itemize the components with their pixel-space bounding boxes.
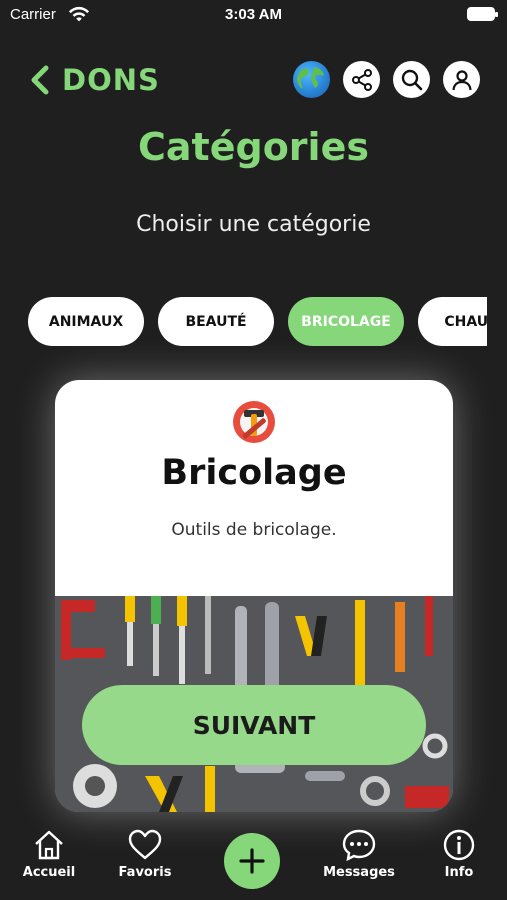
- battery-icon: [467, 7, 498, 21]
- nav-messages[interactable]: Messages: [319, 828, 399, 880]
- nav-favorites-label: Favoris: [118, 865, 172, 880]
- nav-home-label: Accueil: [22, 865, 76, 880]
- info-icon: [443, 829, 475, 861]
- share-button[interactable]: [343, 61, 380, 98]
- status-time: 3:03 AM: [225, 6, 282, 23]
- nav-messages-label: Messages: [323, 865, 395, 880]
- nav-info[interactable]: Info: [419, 828, 499, 880]
- globe-icon[interactable]: [293, 61, 330, 98]
- nav-favorites[interactable]: Favoris: [105, 828, 185, 880]
- search-button[interactable]: [393, 61, 430, 98]
- chip-animaux[interactable]: ANIMAUX: [28, 297, 144, 346]
- nav-home[interactable]: Accueil: [9, 828, 89, 880]
- nav-info-label: Info: [444, 865, 474, 880]
- chip-chaussures[interactable]: CHAUSS: [418, 297, 487, 346]
- tools-icon: [233, 401, 275, 443]
- profile-button[interactable]: [443, 61, 480, 98]
- page-subtitle: Choisir une catégorie: [136, 212, 371, 237]
- back-label: DONS: [62, 63, 160, 97]
- header-actions: [293, 61, 480, 98]
- chip-bricolage[interactable]: BRICOLAGE: [288, 297, 404, 346]
- card-title: Bricolage: [161, 453, 347, 493]
- back-button[interactable]: DONS: [26, 60, 160, 100]
- heart-icon: [128, 829, 162, 860]
- share-icon: [351, 68, 372, 91]
- next-button[interactable]: SUIVANT: [82, 685, 426, 765]
- user-icon: [451, 69, 472, 90]
- search-icon: [401, 69, 422, 90]
- category-chips[interactable]: ANIMAUX BEAUTÉ BRICOLAGE CHAUSS: [28, 297, 487, 347]
- chevron-left-icon: [31, 65, 49, 95]
- home-icon: [35, 830, 63, 860]
- page-title: Catégories: [138, 125, 369, 169]
- add-button[interactable]: [224, 833, 280, 889]
- chat-icon: [342, 829, 376, 862]
- chip-beaute[interactable]: BEAUTÉ: [158, 297, 274, 346]
- card-description: Outils de bricolage.: [171, 520, 337, 540]
- plus-icon: [239, 848, 265, 874]
- status-bar: Carrier 3:03 AM: [0, 0, 507, 32]
